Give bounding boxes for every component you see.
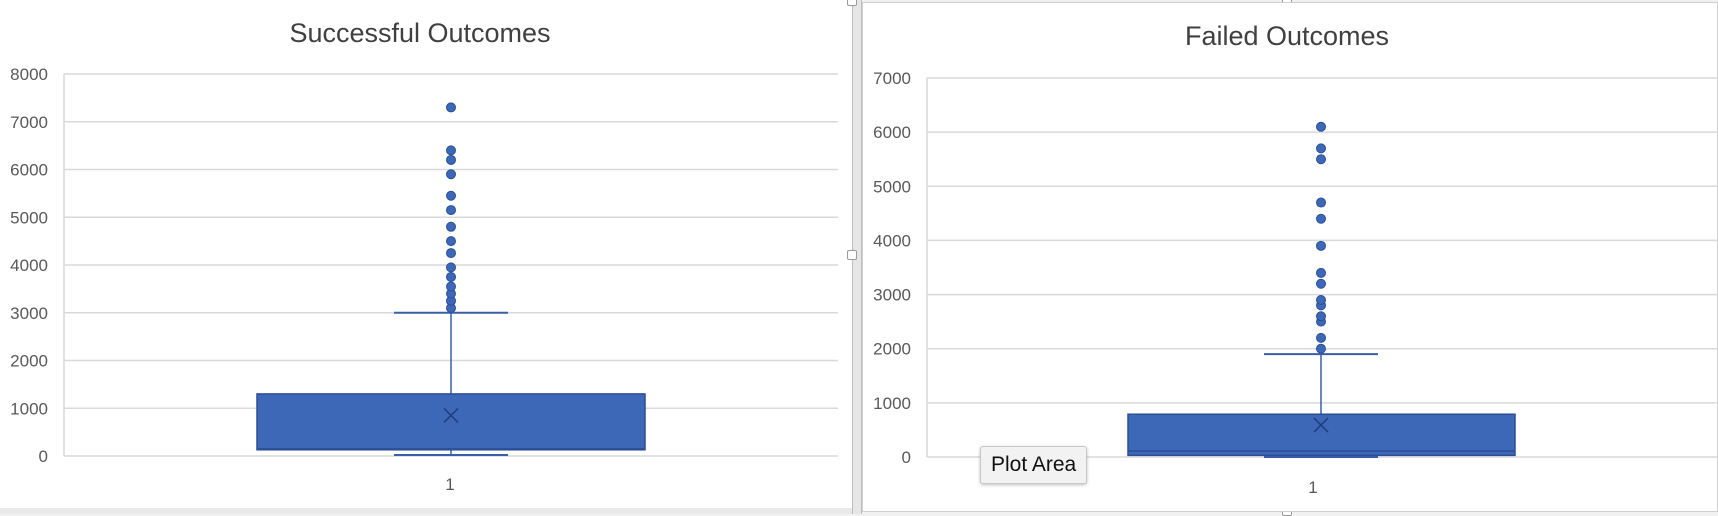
outlier-point — [446, 154, 456, 165]
y-tick-label: 3000 — [873, 286, 911, 305]
y-tick-label: 7000 — [873, 69, 911, 88]
outlier-point — [1316, 343, 1326, 354]
outlier-point — [446, 221, 456, 232]
outlier-point — [446, 190, 456, 201]
y-tick-label: 1000 — [873, 394, 911, 413]
outlier-point — [446, 236, 456, 247]
outlier-point — [446, 281, 456, 292]
y-tick-label: 0 — [39, 447, 48, 466]
chart-area-successful[interactable]: Successful Outcomes 1 0 1000 2000 3000 4000 5… — [0, 0, 852, 514]
y-tick-label: 6000 — [10, 161, 48, 180]
successful-outcomes-chart[interactable]: Successful Outcomes 1 0 1000 2000 3000 4000 5… — [0, 0, 852, 514]
y-tick-label: 8000 — [10, 65, 48, 84]
y-tick-label: 5000 — [10, 208, 48, 227]
outlier-point — [446, 205, 456, 216]
y-tick-label: 0 — [902, 448, 911, 467]
y-tick-label: 1000 — [10, 399, 48, 418]
y-tick-label: 7000 — [10, 113, 48, 132]
outlier-point — [1316, 240, 1326, 251]
x-tick-label: 1 — [1308, 478, 1317, 497]
resize-handle[interactable] — [847, 250, 857, 260]
outlier-point — [1316, 121, 1326, 132]
failed-outcomes-chart[interactable]: Failed Outcomes 1 0 1000 2000 3000 4000 5000 6… — [863, 3, 1718, 513]
box-iqr — [256, 393, 646, 451]
y-tick-label: 2000 — [873, 340, 911, 359]
y-tick-label: 4000 — [10, 256, 48, 275]
y-tick-label: 4000 — [873, 231, 911, 250]
outlier-point — [1316, 213, 1326, 224]
outlier-point — [1316, 154, 1326, 165]
y-tick-label: 6000 — [873, 123, 911, 142]
chart-title: Successful Outcomes — [289, 18, 550, 48]
x-tick-label: 1 — [445, 475, 454, 494]
chart-title: Failed Outcomes — [1185, 21, 1389, 51]
outlier-point — [1316, 294, 1326, 305]
y-tick-label: 3000 — [10, 304, 48, 323]
sheet-edge — [0, 508, 852, 514]
outlier-point — [446, 169, 456, 180]
outlier-point — [1316, 143, 1326, 154]
chart-area-failed[interactable]: Failed Outcomes 1 0 1000 2000 3000 4000 5000 6… — [862, 2, 1718, 512]
outlier-point — [446, 271, 456, 282]
outlier-point — [446, 145, 456, 156]
outlier-point — [446, 102, 456, 113]
outlier-point — [1316, 267, 1326, 278]
outlier-point — [446, 262, 456, 273]
outlier-point — [1316, 311, 1326, 322]
resize-handle[interactable] — [847, 0, 857, 6]
outlier-point — [1316, 278, 1326, 289]
outlier-point — [1316, 197, 1326, 208]
plot-area-tooltip: Plot Area — [980, 446, 1088, 484]
y-tick-label: 5000 — [873, 177, 911, 196]
outlier-point — [446, 248, 456, 259]
box-iqr — [1127, 413, 1516, 457]
outlier-point — [1316, 332, 1326, 343]
y-tick-label: 2000 — [10, 352, 48, 371]
